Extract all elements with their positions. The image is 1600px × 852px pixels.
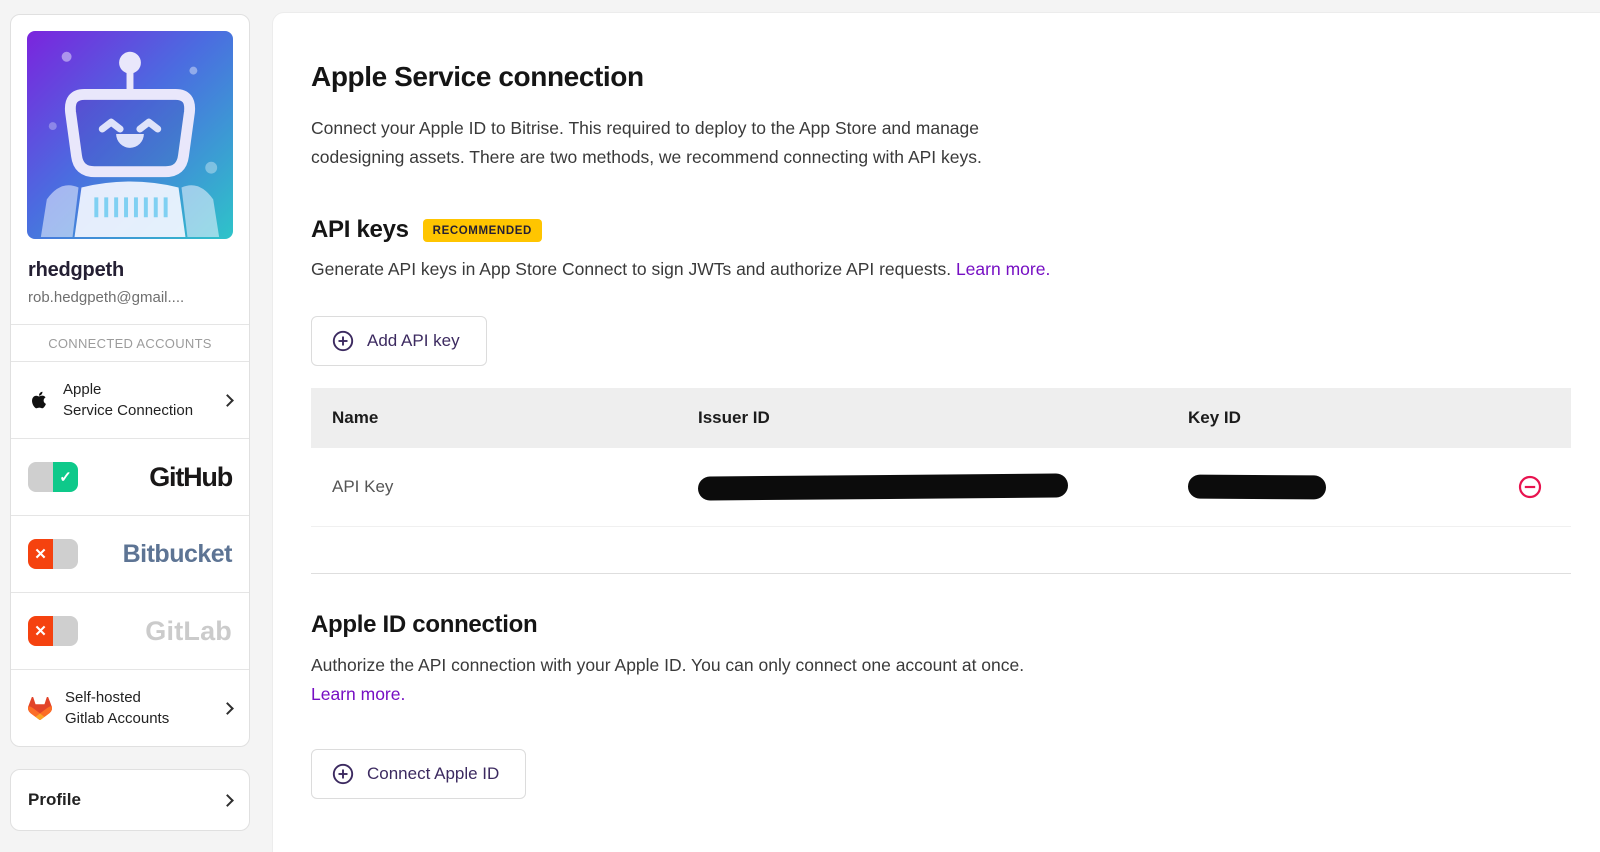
bitbucket-logo: Bitbucket	[123, 540, 232, 569]
column-header-issuer-id: Issuer ID	[698, 408, 1188, 428]
plus-circle-icon	[332, 330, 354, 352]
api-key-name: API Key	[311, 477, 698, 497]
api-keys-table: Name Issuer ID Key ID API Key	[311, 388, 1571, 527]
toggle-x-icon: ✕	[28, 539, 53, 569]
sidebar-item-profile[interactable]: Profile	[11, 770, 249, 830]
api-keys-description: Generate API keys in App Store Connect t…	[311, 255, 1076, 284]
chevron-right-icon	[221, 794, 234, 807]
sidebar-item-bitbucket[interactable]: ✕ Bitbucket	[11, 516, 249, 592]
sidebar: rhedgpeth rob.hedgpeth@gmail.... CONNECT…	[10, 14, 250, 831]
key-id-cell	[1188, 475, 1488, 499]
connect-apple-id-button[interactable]: Connect Apple ID	[311, 749, 526, 799]
toggle-on-side	[53, 539, 78, 569]
sidebar-item-gitlab[interactable]: ✕ GitLab	[11, 593, 249, 669]
recommended-badge: RECOMMENDED	[423, 219, 542, 242]
toggle-x-icon: ✕	[28, 616, 53, 646]
connected-accounts-label: CONNECTED ACCOUNTS	[11, 325, 249, 361]
page: rhedgpeth rob.hedgpeth@gmail.... CONNECT…	[0, 0, 1600, 852]
add-api-key-label: Add API key	[367, 331, 460, 351]
chevron-right-icon	[221, 702, 234, 715]
intro-text: Connect your Apple ID to Bitrise. This r…	[311, 114, 1076, 172]
sidebar-item-github[interactable]: ✓ GitHub	[11, 439, 249, 515]
gitlab-toggle[interactable]: ✕	[28, 616, 78, 646]
robot-avatar-icon	[27, 31, 233, 237]
plus-circle-icon	[332, 763, 354, 785]
avatar	[27, 31, 233, 239]
chevron-right-icon	[221, 394, 234, 407]
toggle-on-side	[53, 616, 78, 646]
row-actions	[1488, 475, 1571, 499]
apple-id-heading: Apple ID connection	[311, 611, 1600, 639]
minus-circle-icon	[1518, 475, 1542, 499]
column-header-key-id: Key ID	[1188, 408, 1488, 428]
remove-api-key-button[interactable]	[1518, 475, 1542, 499]
profile-card: rhedgpeth rob.hedgpeth@gmail.... CONNECT…	[10, 14, 250, 747]
selfhosted-gitlab-label: Self-hosted Gitlab Accounts	[65, 687, 169, 729]
issuer-id-cell	[698, 475, 1188, 499]
connect-apple-id-label: Connect Apple ID	[367, 764, 499, 784]
table-header: Name Issuer ID Key ID	[311, 388, 1571, 448]
profile-link-label: Profile	[28, 790, 81, 810]
page-title: Apple Service connection	[311, 61, 1600, 93]
github-logo: GitHub	[149, 462, 232, 493]
gitlab-tanuki-icon	[28, 697, 52, 720]
apple-id-learn-more-link[interactable]: Learn more.	[311, 680, 405, 709]
profile-email: rob.hedgpeth@gmail....	[11, 282, 249, 324]
section-divider	[311, 573, 1571, 574]
api-keys-learn-more-link[interactable]: Learn more.	[956, 259, 1050, 279]
apple-service-connection-label: Apple Service Connection	[63, 379, 193, 421]
profile-username: rhedgpeth	[11, 255, 249, 282]
sidebar-item-selfhosted-gitlab[interactable]: Self-hosted Gitlab Accounts	[11, 670, 249, 746]
github-toggle[interactable]: ✓	[28, 462, 78, 492]
gitlab-logo: GitLab	[145, 616, 232, 647]
toggle-check-icon: ✓	[53, 462, 78, 492]
api-keys-heading-row: API keys RECOMMENDED	[311, 216, 1600, 244]
redacted-issuer-id	[698, 473, 1068, 500]
connect-button-wrap: Connect Apple ID	[311, 749, 1600, 799]
api-keys-heading: API keys	[311, 216, 409, 244]
api-keys-description-text: Generate API keys in App Store Connect t…	[311, 259, 951, 279]
table-row: API Key	[311, 448, 1571, 527]
main-content: Apple Service connection Connect your Ap…	[272, 12, 1600, 852]
apple-icon	[28, 389, 50, 411]
toggle-off-side	[28, 462, 53, 492]
bitbucket-toggle[interactable]: ✕	[28, 539, 78, 569]
add-api-key-button[interactable]: Add API key	[311, 316, 487, 366]
sidebar-item-apple-service-connection[interactable]: Apple Service Connection	[11, 362, 249, 438]
apple-id-description: Authorize the API connection with your A…	[311, 651, 1211, 680]
column-header-name: Name	[311, 408, 698, 428]
redacted-key-id	[1188, 475, 1326, 500]
profile-link-card: Profile	[10, 769, 250, 831]
